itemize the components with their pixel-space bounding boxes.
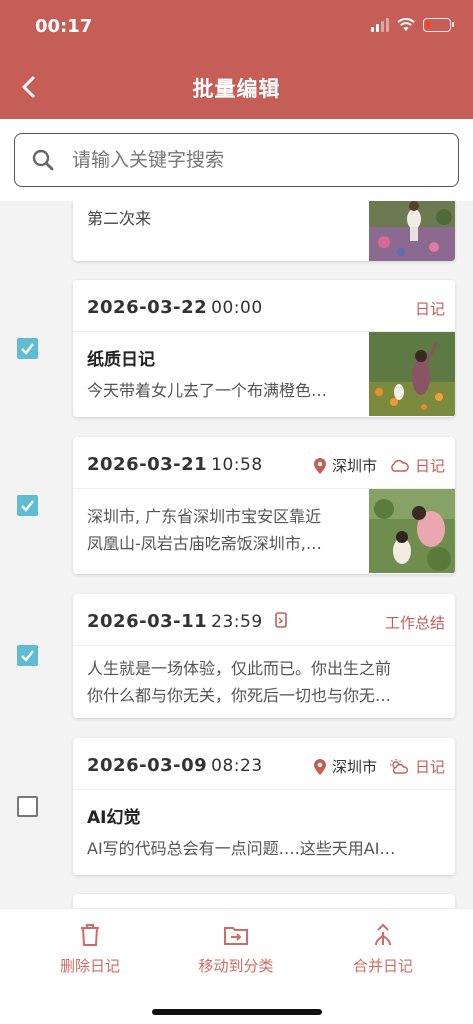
card-header: 2026-03-22 00:00 日记 — [73, 280, 455, 332]
diary-card[interactable]: 2026-03-09 08:23 深圳市 日记 AI幻觉 AI写的代码总会有一点问… — [73, 738, 455, 875]
category-label: 日记 — [414, 457, 445, 475]
search-box[interactable] — [14, 133, 459, 187]
category-label: 工作总结 — [384, 614, 445, 632]
diary-card[interactable]: 2026-03-21 10:58 深圳市 日记 深圳市, 广东省深圳市宝安区靠近 … — [73, 437, 455, 574]
delete-diary-button[interactable]: 删除日记 — [20, 923, 160, 976]
entry-text-line: 人生就是一场体验，仅此而已。你出生之前 — [87, 659, 392, 678]
move-to-category-button[interactable]: 移动到分类 — [166, 923, 306, 976]
photo-thumbnail — [369, 489, 455, 573]
search-area — [0, 119, 473, 201]
entry-date: 2026-03-11 23:59 — [87, 611, 288, 632]
check-icon — [21, 650, 34, 662]
trash-icon — [81, 924, 99, 946]
location-pin-icon — [313, 457, 326, 474]
location-pin-icon — [313, 758, 326, 775]
entry-text-line: 凤凰山-凤岩古庙吃斋饭深圳市,… — [87, 534, 322, 553]
entry-title: AI幻觉 — [87, 808, 141, 828]
status-time: 00:17 — [35, 16, 93, 37]
home-indicator — [152, 1009, 322, 1015]
diary-list[interactable]: 第二次来 2026-03-22 00:00 日记 纸质日记 今天带着女儿去了一个布… — [0, 201, 473, 908]
entry-date: 2026-03-09 08:23 — [87, 755, 263, 776]
diary-card[interactable]: 2026-03-11 23:59 工作总结 人生就是一场体验，仅此而已。你出生之前… — [73, 594, 455, 718]
status-icons — [371, 18, 454, 32]
bottom-action-bar: 删除日记 移动到分类 合并日记 — [0, 908, 473, 1024]
card-header: 2026-03-11 23:59 工作总结 — [73, 594, 455, 646]
entry-text: AI写的代码总会有一点问题….这些天用AI… — [87, 839, 396, 858]
header-bar: 00:17 批量编辑 — [0, 0, 473, 119]
entry-time: 10:58 — [211, 455, 263, 475]
card-header: 2026-03-09 08:23 深圳市 日记 — [73, 738, 455, 790]
move-to-category-label: 移动到分类 — [198, 957, 274, 975]
category-label: 日记 — [414, 758, 445, 776]
merge-diary-button[interactable]: 合并日记 — [313, 923, 453, 976]
entry-date: 2026-03-22 00:00 — [87, 297, 263, 318]
delete-diary-label: 删除日记 — [59, 957, 120, 975]
entry-text-line: 你什么都与你无关，你死后一切也与你无… — [87, 686, 392, 705]
select-checkbox[interactable] — [17, 495, 38, 516]
select-checkbox[interactable] — [17, 796, 38, 817]
entry-text-line: 深圳市, 广东省深圳市宝安区靠近 — [87, 507, 322, 526]
check-icon — [21, 500, 34, 512]
merge-icon — [375, 923, 391, 946]
diary-card[interactable]: 2026-03-22 00:00 日记 纸质日记 今天带着女儿去了一个布满橙色… — [73, 280, 455, 417]
category-label: 日记 — [414, 300, 445, 318]
battery-icon — [423, 18, 454, 32]
wifi-icon — [397, 18, 415, 31]
signal-icon — [371, 18, 389, 32]
location-label: 深圳市 — [331, 758, 377, 776]
photo-thumbnail — [369, 201, 455, 261]
page-title: 批量编辑 — [192, 77, 281, 101]
search-input[interactable] — [72, 149, 432, 171]
entry-time: 00:00 — [211, 298, 263, 318]
entry-title: 纸质日记 — [87, 350, 155, 370]
select-checkbox[interactable] — [17, 645, 38, 666]
merge-diary-label: 合并日记 — [352, 957, 413, 975]
search-icon — [32, 149, 54, 171]
phone-icon — [275, 612, 288, 628]
location-label: 深圳市 — [331, 457, 377, 475]
diary-card[interactable]: 第二次来 — [73, 201, 455, 261]
card-header: 2026-03-21 10:58 深圳市 日记 — [73, 437, 455, 489]
check-icon — [21, 343, 34, 355]
entry-text: 第二次来 — [87, 209, 152, 228]
entry-time: 23:59 — [211, 612, 263, 632]
cloud-icon — [391, 459, 409, 472]
partly-sunny-icon — [389, 758, 409, 774]
folder-move-icon — [224, 927, 248, 945]
diary-card[interactable] — [73, 894, 455, 908]
photo-thumbnail — [369, 332, 455, 416]
entry-text: 今天带着女儿去了一个布满橙色… — [87, 381, 328, 400]
entry-date: 2026-03-21 10:58 — [87, 454, 263, 475]
entry-time: 08:23 — [211, 756, 263, 776]
select-checkbox[interactable] — [17, 338, 38, 359]
